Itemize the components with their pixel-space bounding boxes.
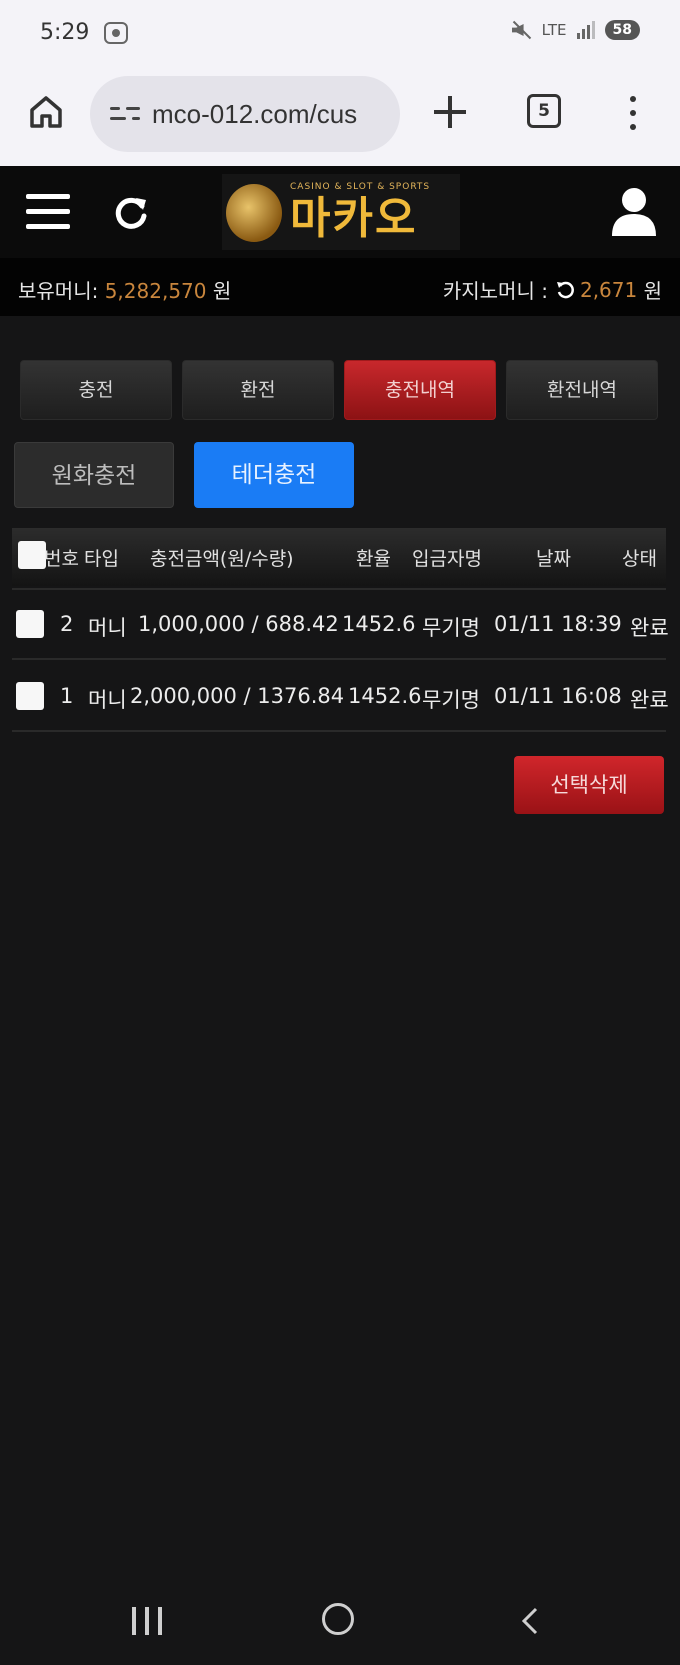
select-all-checkbox[interactable] [18,541,46,569]
tab-charge-history[interactable]: 충전내역 [344,360,496,420]
home-button-icon[interactable] [322,1603,354,1635]
network-type: LTE [541,21,567,39]
tether-charge-button[interactable]: 테더충전 [194,442,354,508]
row-checkbox[interactable] [16,610,44,638]
url-text: mco-012.com/cus [152,98,358,129]
row-type: 머니 [88,616,127,640]
holding-money-value: 5,282,570 [104,279,207,303]
status-time: 5:29 [40,20,90,45]
hamburger-menu-icon[interactable] [26,194,70,230]
address-bar[interactable]: mco-012.com/cus [90,76,400,152]
logo-title: 마카오 [290,193,418,244]
status-bar: 5:29 LTE 58 [0,0,680,66]
row-number: 2 [60,612,74,636]
row-depositor: 무기명 [422,688,480,712]
row-rate: 1452.6 [342,612,416,636]
site-header: CASINO & SLOT & SPORTS 마카오 [0,166,680,258]
row-rate: 1452.6 [348,684,422,708]
row-status: 완료 [630,688,669,712]
recent-apps-icon[interactable] [132,1607,164,1635]
row-checkbox[interactable] [16,682,44,710]
new-tab-icon[interactable] [432,94,468,130]
tab-exchange[interactable]: 환전 [182,360,334,420]
delete-selected-button[interactable]: 선택삭제 [514,756,664,814]
row-status: 완료 [630,616,669,640]
holding-money: 보유머니: 5,282,570 원 [18,275,231,304]
holding-money-label: 보유머니: [18,279,99,303]
casino-money: 카지노머니 : 2,671 원 [443,275,662,304]
home-icon[interactable] [26,92,66,132]
balance-bar: 보유머니: 5,282,570 원 카지노머니 : 2,671 원 [0,258,680,316]
holding-money-unit: 원 [212,279,232,303]
casino-refresh-icon[interactable] [556,280,576,300]
row-amount: 1,000,000 / 688.42 [138,612,339,636]
charge-type-tabs: 원화충전 테더충전 [14,442,354,508]
site-logo[interactable]: CASINO & SLOT & SPORTS 마카오 [222,174,460,250]
table-row: 1 머니 2,000,000 / 1376.84 1452.6 무기명 01/1… [12,662,669,732]
row-number: 1 [60,684,74,708]
krw-charge-button[interactable]: 원화충전 [14,442,174,508]
back-icon[interactable] [520,1607,540,1635]
tab-exchange-history[interactable]: 환전내역 [506,360,658,420]
signal-icon [576,21,595,39]
casino-money-label: 카지노머니 : [442,279,548,303]
header-number: 번호 [44,548,79,570]
row-type: 머니 [88,688,127,712]
status-icons: LTE 58 [510,20,640,40]
mute-icon [510,20,532,40]
header-type: 타입 [84,548,119,570]
logo-subtitle: CASINO & SLOT & SPORTS [290,182,431,192]
more-menu-icon[interactable] [628,94,638,132]
header-rate: 환율 [356,548,391,570]
casino-money-unit: 원 [643,279,662,303]
row-date: 01/11 18:39 [494,612,622,636]
site-settings-icon[interactable] [110,101,140,127]
history-table-header: 번호 타입 충전금액(원/수량) 환율 입금자명 날짜 상태 [12,528,666,586]
battery-indicator: 58 [604,20,640,40]
header-amount: 충전금액(원/수량) [150,548,294,570]
tab-charge[interactable]: 충전 [20,360,172,420]
row-amount: 2,000,000 / 1376.84 [130,684,345,708]
refresh-icon[interactable] [112,194,150,232]
table-row: 2 머니 1,000,000 / 688.42 1452.6 무기명 01/11… [12,590,669,660]
header-date: 날짜 [536,548,571,570]
row-depositor: 무기명 [422,616,480,640]
user-icon[interactable] [610,186,658,238]
header-depositor: 입금자명 [412,548,482,570]
system-nav-bar [0,1575,680,1665]
main-tabs: 충전 환전 충전내역 환전내역 [20,360,658,420]
casino-money-value: 2,671 [579,277,638,302]
logo-emblem-icon [226,184,282,242]
screen-record-icon [104,22,128,44]
row-date: 01/11 16:08 [494,684,622,708]
browser-toolbar: mco-012.com/cus 5 [0,66,680,166]
tab-switcher-button[interactable]: 5 [527,94,561,128]
header-status: 상태 [622,548,657,570]
